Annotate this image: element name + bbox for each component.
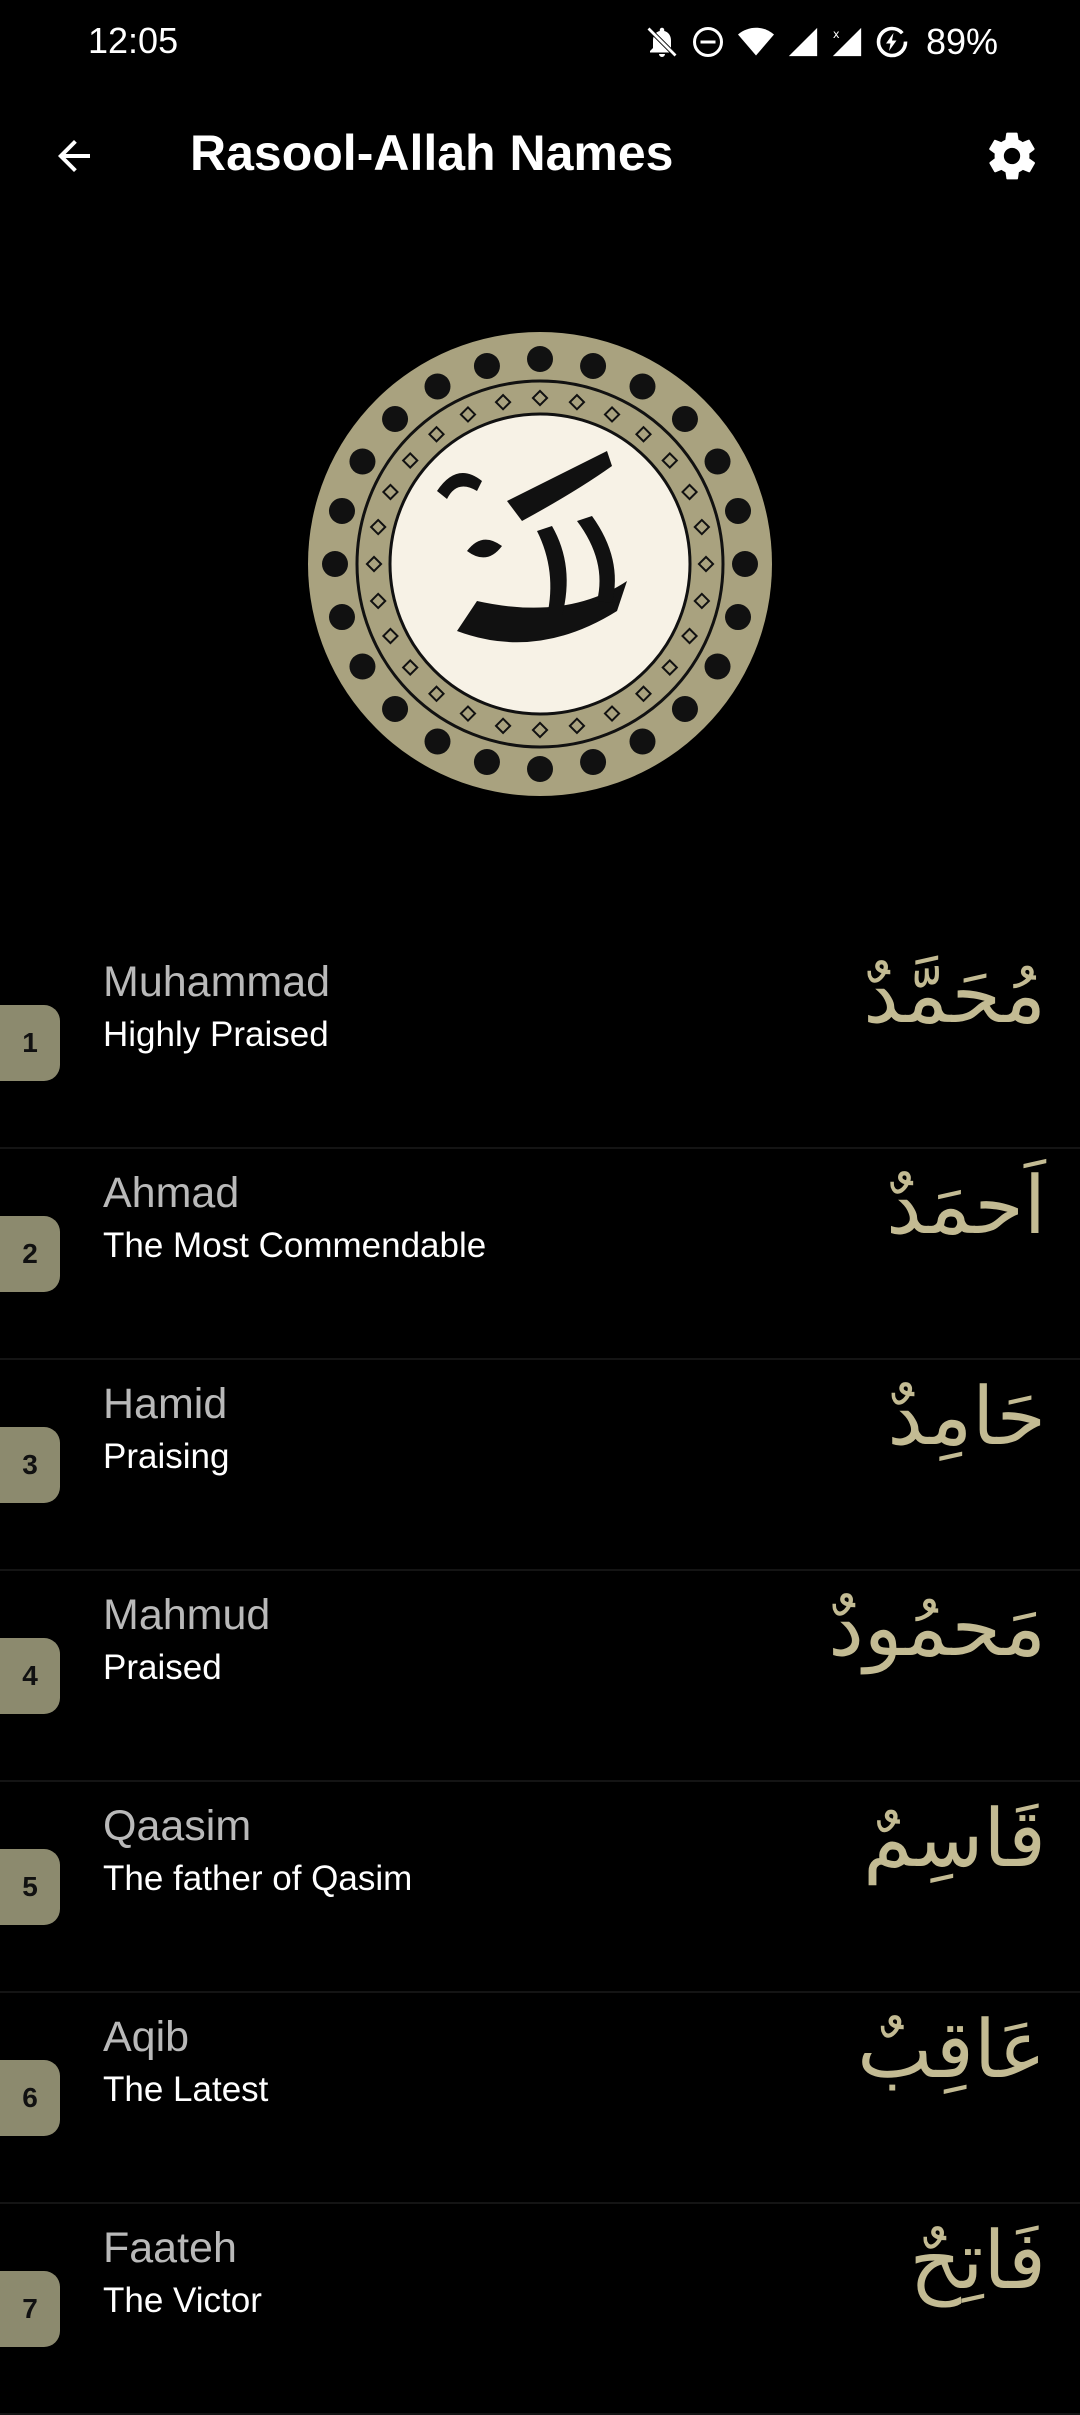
- medallion-petal: [328, 497, 355, 524]
- list-item[interactable]: 5 Qaasim The father of Qasim قَاسِمٌ: [0, 1782, 1080, 1993]
- medallion-petal: [322, 551, 348, 577]
- page-title: Rasool-Allah Names: [190, 125, 674, 181]
- app-bar: Rasool-Allah Names: [0, 84, 1080, 224]
- list-item[interactable]: 4 Mahmud Praised مَحمُودٌ: [0, 1571, 1080, 1782]
- number-badge: 5: [0, 1848, 60, 1925]
- name-meaning: The Latest: [103, 2070, 269, 2109]
- medallion-petal: [382, 695, 409, 722]
- notifications-off-icon: [644, 24, 680, 60]
- signal-icon: [786, 24, 820, 60]
- name-transliteration: Aqib: [103, 2013, 190, 2061]
- medallion-petal: [382, 406, 409, 433]
- medallion-petal: [527, 346, 553, 372]
- number-badge: 6: [0, 2059, 60, 2136]
- status-bar: 12:05 x 89%: [0, 0, 1080, 84]
- name-meaning: The father of Qasim: [103, 1859, 413, 1898]
- name-meaning: Praised: [103, 1648, 222, 1687]
- list-item[interactable]: 6 Aqib The Latest عَاقِبٌ: [0, 1993, 1080, 2204]
- medallion-petal: [473, 749, 500, 776]
- battery-percentage: 89%: [925, 21, 998, 62]
- status-time: 12:05: [88, 20, 179, 61]
- medallion-petal: [328, 604, 355, 631]
- calligraphy-medallion: [307, 331, 773, 797]
- medallion-image: [308, 332, 772, 796]
- status-icons: x 89%: [644, 20, 998, 64]
- number-badge: 1: [0, 1004, 60, 1081]
- number-badge: 3: [0, 1426, 60, 1503]
- medallion-petal: [424, 373, 451, 400]
- name-arabic: حَامِدٌ: [887, 1370, 1046, 1463]
- list-item[interactable]: 1 Muhammad Highly Praised مُحَمَّدٌ: [0, 938, 1080, 1149]
- name-transliteration: Muhammad: [103, 958, 331, 1006]
- medallion-petal: [580, 352, 607, 379]
- name-meaning: Highly Praised: [103, 1015, 329, 1054]
- name-transliteration: Hamid: [103, 1380, 228, 1428]
- name-arabic: مُحَمَّدٌ: [863, 948, 1046, 1041]
- name-meaning: The Victor: [103, 2281, 262, 2320]
- list-item[interactable]: 3 Hamid Praising حَامِدٌ: [0, 1360, 1080, 1571]
- medallion-petal: [527, 756, 553, 782]
- settings-button[interactable]: [974, 118, 1050, 194]
- medallion-petal: [629, 373, 656, 400]
- name-arabic: اَحمَدٌ: [886, 1159, 1046, 1252]
- medallion-petal: [725, 497, 752, 524]
- do-not-disturb-icon: [690, 24, 726, 60]
- number-badge: 2: [0, 1215, 60, 1292]
- name-arabic: عَاقِبٌ: [857, 2003, 1046, 2096]
- medallion-petal: [671, 695, 698, 722]
- list-item[interactable]: 7 Faateh The Victor فَاتِحٌ: [0, 2204, 1080, 2415]
- medallion-petal: [349, 653, 376, 680]
- medallion-petal: [671, 406, 698, 433]
- name-arabic: فَاتِحٌ: [909, 2214, 1046, 2307]
- list-item[interactable]: 2 Ahmad The Most Commendable اَحمَدٌ: [0, 1149, 1080, 1360]
- gear-icon: [989, 132, 1035, 180]
- name-transliteration: Faateh: [103, 2224, 237, 2272]
- number-badge: 4: [0, 1637, 60, 1714]
- svg-text:x: x: [833, 27, 840, 41]
- medallion-petal: [580, 749, 607, 776]
- medallion-petal: [629, 728, 656, 755]
- name-meaning: Praising: [103, 1437, 230, 1476]
- name-transliteration: Qaasim: [103, 1802, 252, 1850]
- medallion-petal: [725, 604, 752, 631]
- name-meaning: The Most Commendable: [103, 1226, 487, 1265]
- medallion-petal: [704, 653, 731, 680]
- name-arabic: قَاسِمٌ: [863, 1792, 1046, 1885]
- medallion-petal: [704, 448, 731, 475]
- medallion-petal: [349, 448, 376, 475]
- medallion-petal: [473, 352, 500, 379]
- arrow-back-icon: [58, 140, 90, 172]
- wifi-icon: [736, 24, 776, 60]
- signal-no-data-icon: x: [830, 24, 864, 60]
- name-transliteration: Mahmud: [103, 1591, 271, 1639]
- number-badge: 7: [0, 2270, 60, 2347]
- name-arabic: مَحمُودٌ: [828, 1581, 1046, 1674]
- name-transliteration: Ahmad: [103, 1169, 240, 1217]
- medallion-petal: [732, 551, 758, 577]
- medallion-inner-disc: [388, 412, 692, 716]
- back-button[interactable]: [40, 122, 108, 190]
- names-list: 1 Muhammad Highly Praised مُحَمَّدٌ 2 Ahmad Th…: [0, 938, 1080, 2415]
- battery-saver-icon: [874, 24, 910, 60]
- medallion-petal: [424, 728, 451, 755]
